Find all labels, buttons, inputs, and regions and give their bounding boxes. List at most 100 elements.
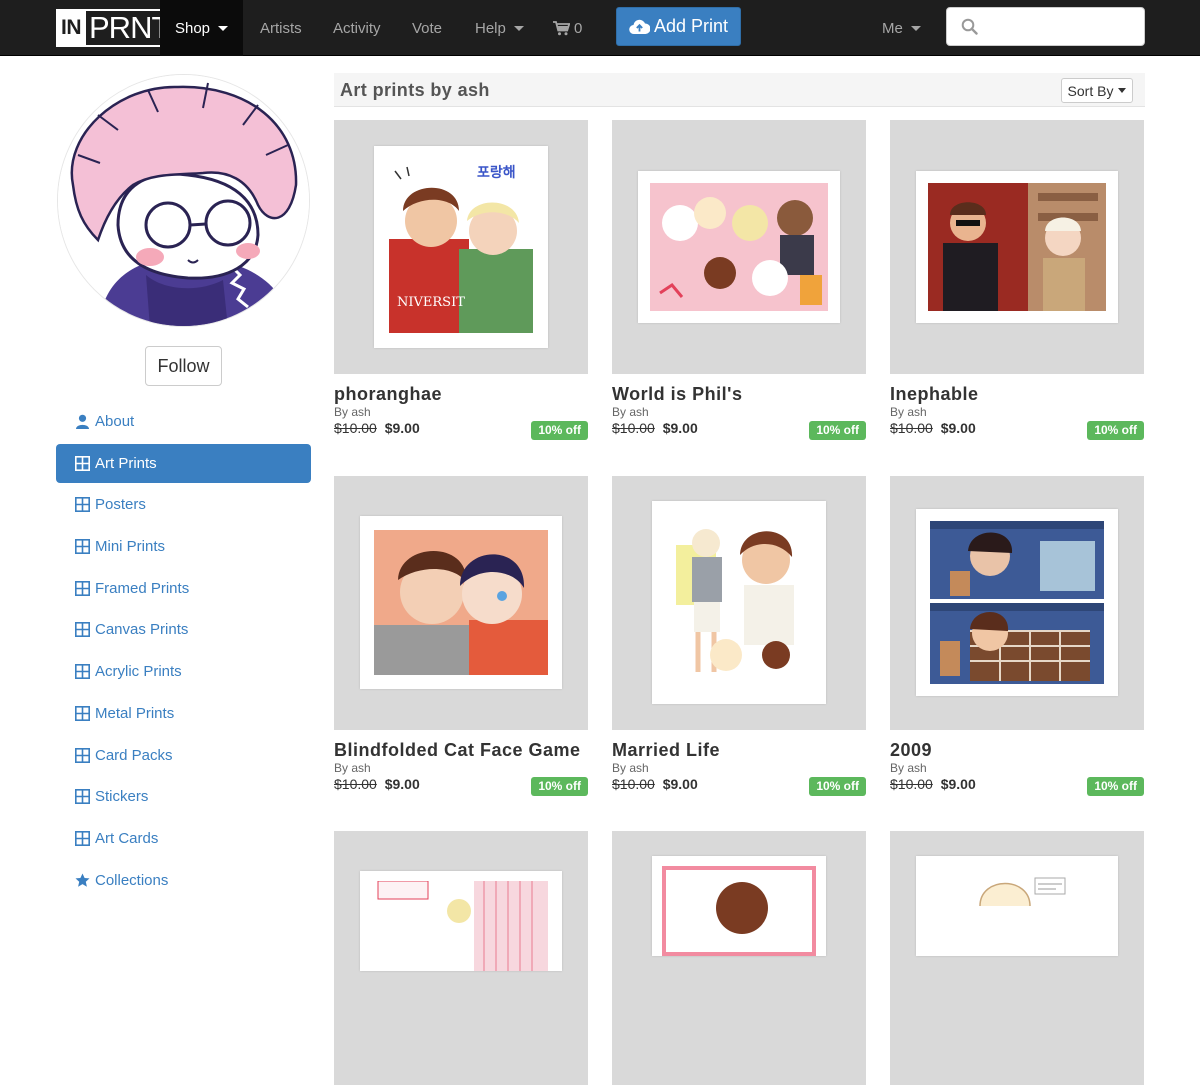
artwork-image [652,856,826,956]
sidebar-item-collections[interactable]: Collections [56,861,311,900]
product-artist[interactable]: By ash [612,405,649,419]
nav-shop[interactable]: Shop [160,0,243,56]
sale-price: $9.00 [940,776,976,792]
product-card[interactable]: World is Phil's By ash $10.00 $9.00 10% … [612,120,866,450]
sidebar-item-canvas-prints[interactable]: Canvas Prints [56,610,311,649]
nav-vote-label: Vote [412,19,443,37]
sidebar-item-about[interactable]: About [56,402,311,441]
svg-text:NIVERSIT: NIVERSIT [397,295,465,310]
nav-shop-label: Shop [174,19,211,37]
search-input[interactable] [946,7,1145,46]
sort-by-dropdown[interactable]: Sort By [1061,78,1133,103]
product-card[interactable]: 2009 By ash $10.00 $9.00 10% off [890,476,1144,806]
sidebar-item-acrylic-prints[interactable]: Acrylic Prints [56,652,311,691]
product-card[interactable] [334,831,588,1085]
grid-icon [75,747,90,763]
product-thumbnail[interactable] [890,831,1144,1085]
sidebar-item-label: Mini Prints [95,538,166,556]
add-print-label: Add Print [653,16,729,36]
grid-icon [75,580,90,596]
artist-avatar[interactable] [57,74,310,327]
product-title[interactable]: World is Phil's [612,384,742,405]
sidebar-nav: About Art Prints Posters Mini Prints Fra… [56,402,311,902]
top-navbar: IN PRNT Shop Artists Activity Vote Help … [0,0,1200,56]
product-title[interactable]: Blindfolded Cat Face Game [334,740,581,761]
product-title[interactable]: 2009 [890,740,932,761]
product-thumbnail[interactable] [612,120,866,374]
nav-activity-label: Activity [333,19,381,37]
artwork-image [360,871,562,971]
discount-badge: 10% off [809,777,866,796]
sale-price: $9.00 [662,420,698,436]
sidebar-item-label: Framed Prints [95,579,190,597]
product-thumbnail[interactable] [334,831,588,1085]
grid-icon [75,664,90,680]
product-artist[interactable]: By ash [890,761,927,775]
chevron-down-icon [513,25,524,31]
sidebar-item-label: Metal Prints [95,704,175,722]
product-card[interactable]: Blindfolded Cat Face Game By ash $10.00 … [334,476,588,806]
original-price: $10.00 [890,420,933,436]
sidebar-item-card-packs[interactable]: Card Packs [56,736,311,775]
product-title[interactable]: Inephable [890,384,979,405]
product-price: $10.00 $9.00 [612,420,698,436]
product-thumbnail[interactable] [334,476,588,730]
nav-me-label: Me [882,19,903,37]
grid-icon [75,622,90,638]
product-title[interactable]: Married Life [612,740,720,761]
product-thumbnail[interactable] [612,831,866,1085]
sidebar-item-framed-prints[interactable]: Framed Prints [56,569,311,608]
add-print-button[interactable]: Add Print [616,7,741,46]
product-price: $10.00 $9.00 [890,776,976,792]
star-icon [75,873,90,888]
nav-cart[interactable]: 0 [553,0,582,56]
search-icon [961,18,978,35]
chevron-down-icon [1118,88,1127,93]
sale-price: $9.00 [662,776,698,792]
inprnt-logo[interactable]: IN PRNT [56,9,176,47]
product-thumbnail[interactable] [890,120,1144,374]
product-card[interactable]: Inephable By ash $10.00 $9.00 10% off [890,120,1144,450]
discount-badge: 10% off [1087,421,1144,440]
nav-vote[interactable]: Vote [412,0,442,56]
nav-activity[interactable]: Activity [333,0,381,56]
product-thumbnail[interactable] [612,476,866,730]
artwork-image [360,516,562,689]
product-price: $10.00 $9.00 [890,420,976,436]
product-title[interactable]: phoranghae [334,384,442,405]
grid-icon [75,455,90,471]
product-artist[interactable]: By ash [612,761,649,775]
grid-icon [75,830,90,846]
product-card[interactable]: 포랑해 NIVERSIT phoranghae By ash $10.00 $9… [334,120,588,450]
nav-artists[interactable]: Artists [260,0,302,56]
product-artist[interactable]: By ash [334,405,371,419]
sidebar-item-posters[interactable]: Posters [56,485,311,524]
sidebar-item-art-cards[interactable]: Art Cards [56,819,311,858]
product-artist[interactable]: By ash [890,405,927,419]
discount-badge: 10% off [809,421,866,440]
cloud-upload-icon [629,19,650,34]
product-thumbnail[interactable] [890,476,1144,730]
follow-button[interactable]: Follow [145,346,222,386]
sidebar-item-mini-prints[interactable]: Mini Prints [56,527,311,566]
chevron-down-icon [218,25,229,31]
product-card[interactable] [612,831,866,1085]
nav-help-label: Help [475,19,506,37]
sidebar-item-art-prints[interactable]: Art Prints [56,443,311,483]
logo-in-text: IN [56,9,86,47]
product-thumbnail[interactable]: 포랑해 NIVERSIT [334,120,588,374]
nav-me[interactable]: Me [882,0,921,56]
cart-count: 0 [574,19,583,37]
sidebar-item-stickers[interactable]: Stickers [56,777,311,816]
nav-artists-label: Artists [260,19,302,37]
product-artist[interactable]: By ash [334,761,371,775]
sidebar-item-metal-prints[interactable]: Metal Prints [56,694,311,733]
sale-price: $9.00 [384,420,420,436]
original-price: $10.00 [612,420,655,436]
product-card[interactable]: Married Life By ash $10.00 $9.00 10% off [612,476,866,806]
product-card[interactable] [890,831,1144,1085]
section-header: Art prints by ash Sort By [334,73,1145,107]
sidebar-item-label: About [95,413,135,430]
artwork-image: 포랑해 NIVERSIT [374,146,548,348]
nav-help[interactable]: Help [475,0,524,56]
